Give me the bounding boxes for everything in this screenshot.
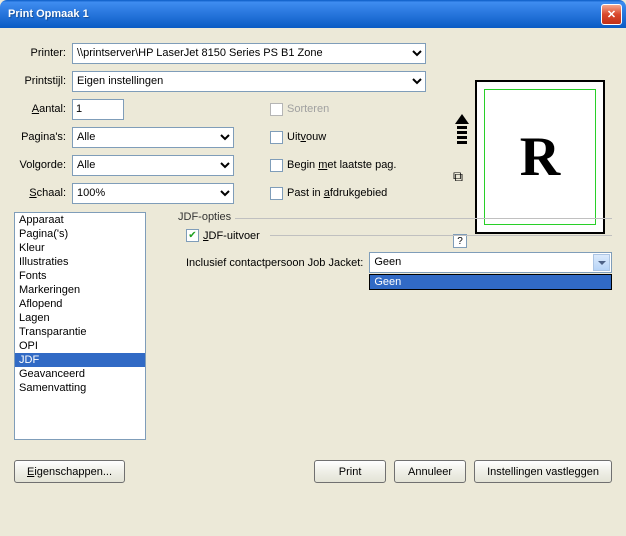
printer-select[interactable]: \\printserver\HP LaserJet 8150 Series PS…: [72, 43, 426, 64]
volgorde-select[interactable]: Alle: [72, 155, 234, 176]
preview-glyph: R: [484, 89, 596, 225]
jdf-group-label: JDF-opties: [174, 211, 235, 223]
past-gebied-checkbox[interactable]: [270, 187, 283, 200]
close-button[interactable]: ✕: [601, 4, 622, 25]
close-icon: ✕: [607, 8, 616, 21]
jdf-uitvoer-checkbox[interactable]: ✔: [186, 229, 199, 242]
list-item[interactable]: JDF: [15, 353, 145, 367]
list-item[interactable]: Pagina('s): [15, 227, 145, 241]
jdf-uitvoer-label: JDF-uitvoer: [203, 230, 260, 242]
copies-icon: ⧉: [453, 168, 463, 185]
uitvouw-label: Uitvouw: [287, 131, 326, 143]
list-item[interactable]: Apparaat: [15, 213, 145, 227]
contact-select-value: Geen: [370, 253, 611, 271]
contact-option-geen[interactable]: Geen: [370, 275, 611, 289]
list-item[interactable]: Aflopend: [15, 297, 145, 311]
print-button[interactable]: Print: [314, 460, 386, 483]
list-item[interactable]: Markeringen: [15, 283, 145, 297]
past-gebied-label: Past in afdrukgebied: [287, 187, 387, 199]
paginas-select[interactable]: Alle: [72, 127, 234, 148]
chevron-down-icon: [593, 254, 610, 271]
schaal-select[interactable]: 100%: [72, 183, 234, 204]
list-item[interactable]: Samenvatting: [15, 381, 145, 395]
contact-label: Inclusief contactpersoon Job Jacket:: [186, 257, 363, 269]
preview-page: R: [475, 80, 605, 234]
aantal-input[interactable]: [72, 99, 124, 120]
jdf-panel: JDF-opties ✔ JDF-uitvoer Inclusief conta…: [146, 212, 612, 442]
printstijl-label: Printstijl:: [14, 75, 72, 87]
preview-area: ⧉ ? R: [453, 80, 608, 234]
annuleer-button[interactable]: Annuleer: [394, 460, 466, 483]
list-item[interactable]: Lagen: [15, 311, 145, 325]
sorteren-checkbox: [270, 103, 283, 116]
list-item[interactable]: Geavanceerd: [15, 367, 145, 381]
contact-select[interactable]: Geen Geen: [369, 252, 612, 273]
list-item[interactable]: Fonts: [15, 269, 145, 283]
list-item[interactable]: Kleur: [15, 241, 145, 255]
aantal-label: Aantal:: [14, 103, 72, 115]
contact-dropdown[interactable]: Geen: [369, 274, 612, 290]
dialog-body: Printer: \\printserver\HP LaserJet 8150 …: [0, 28, 626, 493]
schaal-label: Schaal:: [14, 187, 72, 199]
sorteren-label: Sorteren: [287, 103, 329, 115]
arrow-up-icon: [455, 114, 469, 144]
printstijl-select[interactable]: Eigen instellingen: [72, 71, 426, 92]
list-item[interactable]: Transparantie: [15, 325, 145, 339]
volgorde-label: Volgorde:: [14, 159, 72, 171]
printer-label: Printer:: [14, 47, 72, 59]
titlebar: Print Opmaak 1 ✕: [0, 0, 626, 28]
paginas-label: Pagina's:: [14, 131, 72, 143]
eigenschappen-label: Eigenschappen...: [27, 466, 112, 478]
begin-laatste-checkbox[interactable]: [270, 159, 283, 172]
list-item[interactable]: Illustraties: [15, 255, 145, 269]
window-title: Print Opmaak 1: [8, 8, 601, 20]
begin-laatste-label: Begin met laatste pag.: [287, 159, 396, 171]
eigenschappen-button[interactable]: Eigenschappen...: [14, 460, 125, 483]
list-item[interactable]: OPI: [15, 339, 145, 353]
instellingen-button[interactable]: Instellingen vastleggen: [474, 460, 612, 483]
uitvouw-checkbox[interactable]: [270, 131, 283, 144]
category-listbox[interactable]: ApparaatPagina('s)KleurIllustratiesFonts…: [14, 212, 146, 440]
